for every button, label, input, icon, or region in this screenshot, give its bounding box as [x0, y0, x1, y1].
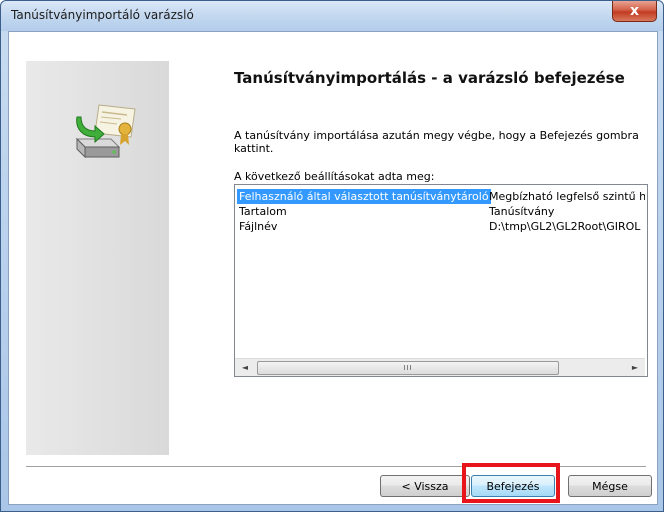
scroll-thumb[interactable]: III	[257, 361, 559, 375]
page-description: A tanúsítvány importálása azután megy vé…	[234, 129, 639, 155]
setting-value: Megbízható legfelső szintű hi	[489, 190, 645, 203]
title-bar[interactable]: Tanúsítványimportáló varázsló x	[1, 1, 663, 31]
settings-list[interactable]: Felhasználó által választott tanúsítvány…	[234, 184, 648, 377]
horizontal-scrollbar[interactable]: ◄ III ►	[235, 358, 645, 376]
wizard-page: Tanúsítványimportálás - a varázsló befej…	[8, 31, 658, 505]
close-button[interactable]: x	[612, 1, 657, 22]
setting-value: Tanúsítvány	[489, 205, 555, 218]
setting-value: D:\tmp\GL2\GL2Root\GIROL	[489, 220, 641, 233]
close-icon: x	[629, 3, 640, 19]
cancel-button[interactable]: Mégse	[568, 475, 652, 497]
list-item[interactable]: Tartalom Tanúsítvány	[235, 204, 645, 219]
scroll-left-icon[interactable]: ◄	[238, 361, 252, 374]
page-heading: Tanúsítványimportálás - a varázsló befej…	[234, 69, 625, 87]
list-item[interactable]: Fájlnév D:\tmp\GL2\GL2Root\GIROL	[235, 219, 645, 234]
wizard-window: Tanúsítványimportáló varázsló x Tanúsítv…	[0, 0, 664, 512]
setting-name: Felhasználó által választott tanúsítvány…	[237, 189, 491, 204]
settings-label: A következő beállításokat adta meg:	[234, 170, 435, 183]
setting-name: Fájlnév	[239, 220, 278, 233]
wizard-side-panel	[26, 61, 169, 455]
back-button[interactable]: < Vissza	[380, 475, 470, 497]
scroll-right-icon[interactable]: ►	[628, 361, 642, 374]
window-title: Tanúsítványimportáló varázsló	[11, 8, 194, 22]
finish-button[interactable]: Befejezés	[471, 475, 555, 497]
button-separator	[26, 466, 646, 468]
setting-name: Tartalom	[239, 205, 287, 218]
certificate-import-icon	[75, 104, 136, 159]
list-item[interactable]: Felhasználó által választott tanúsítvány…	[235, 189, 645, 204]
